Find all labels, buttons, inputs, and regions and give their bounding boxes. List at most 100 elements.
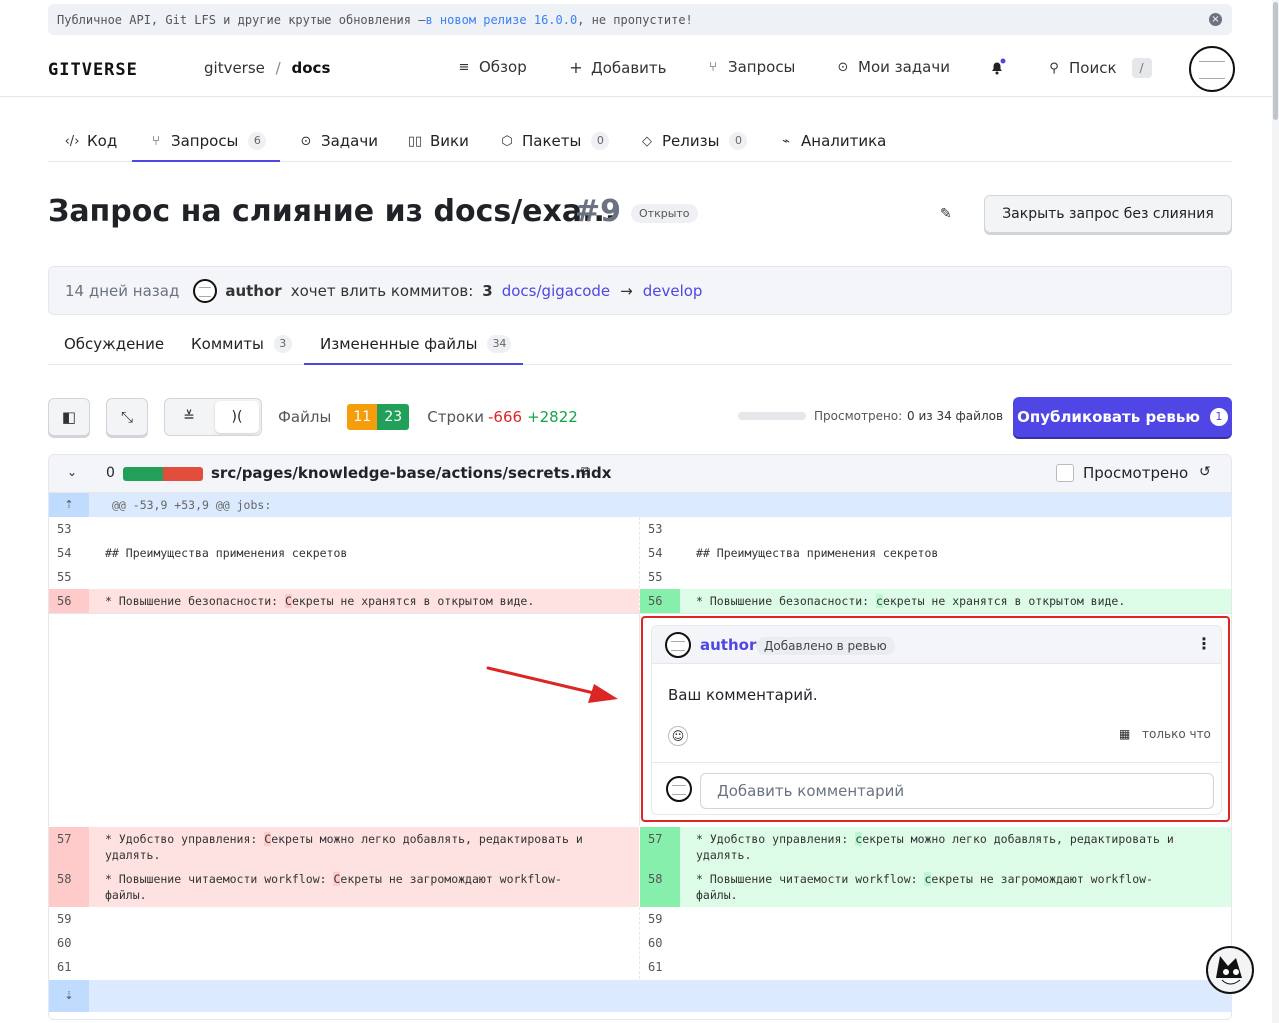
code-segment: * Удобство управления:: [696, 832, 856, 846]
lines-removed: -666: [488, 408, 523, 426]
publish-review-button[interactable]: Опубликовать ревью 1: [1013, 397, 1232, 437]
emoji-icon[interactable]: ☺: [668, 726, 688, 746]
tab-commits[interactable]: Коммиты 3: [191, 335, 292, 353]
diff-bar-added: [123, 467, 163, 481]
logo[interactable]: GITVERSE: [48, 60, 138, 80]
nav-requests[interactable]: ⑂ Запросы: [705, 58, 795, 76]
hunk-header: ⇡ @@ -53,9 +53,9 @@ jobs:: [49, 493, 1231, 517]
close-without-merge-button[interactable]: Закрыть запрос без слияния: [984, 195, 1232, 233]
code-segment: * Удобство управления:: [105, 832, 265, 846]
deleted-block: 57 * Удобство управления: Секреты можно …: [49, 827, 639, 907]
pr-author[interactable]: author: [225, 282, 281, 300]
code-segment: екреты не загромождают workflow-: [340, 872, 562, 886]
tab-wiki-label: Вики: [430, 132, 469, 150]
chevron-down-icon[interactable]: ⌄: [67, 465, 77, 479]
tab-active-indicator: [132, 160, 280, 162]
nav-my-issues-label: Мои задачи: [858, 58, 950, 76]
added-block: 57 * Удобство управления: секреты можно …: [640, 827, 1231, 907]
tab-releases[interactable]: ◇ Релизы 0: [639, 132, 748, 150]
unified-view-icon[interactable]: ≚: [165, 399, 213, 435]
line-number: 59: [57, 912, 72, 926]
code-line: удалять.: [105, 848, 161, 862]
line-number: 58: [57, 872, 72, 886]
user-avatar[interactable]: [1189, 46, 1235, 92]
row-divider: [49, 613, 1231, 614]
line-number: 57: [57, 832, 72, 846]
nav-my-issues[interactable]: ⊙ Мои задачи: [835, 58, 950, 76]
page: Публичное API, Git LFS и другие крутые о…: [0, 0, 1279, 1023]
viewed-checkbox-label: Просмотрено: [1083, 464, 1189, 482]
source-branch-link[interactable]: docs/gigacode: [502, 282, 610, 300]
chart-icon: ⌁: [782, 133, 790, 149]
book-icon: ▯▯: [407, 133, 423, 149]
tab-wiki[interactable]: ▯▯ Вики: [407, 132, 469, 150]
collapse-all-button[interactable]: ⤡: [106, 398, 148, 436]
comment-highlight-frame: author Добавлено в ревью ⋮ Ваш комментар…: [641, 616, 1230, 822]
target-branch-link[interactable]: develop: [643, 282, 703, 300]
repo-tabs: ‹/› Код ⑂ Запросы 6 ⊙ Задачи ▯▯ Вики ⬡ Пакеты 0…: [48, 122, 1232, 162]
breadcrumb-repo[interactable]: docs: [292, 59, 331, 77]
view-mode-toggle: ≚ )(: [164, 398, 262, 436]
nav-overview[interactable]: ≡ Обзор: [456, 58, 527, 76]
split-divider: [639, 907, 640, 979]
tab-requests[interactable]: ⑂ Запросы 6: [148, 132, 267, 150]
author-avatar[interactable]: [193, 278, 218, 303]
annotation-arrow: [486, 666, 618, 703]
line-number: 54: [648, 546, 663, 560]
comment-author[interactable]: author: [700, 636, 756, 654]
expand-up-icon[interactable]: ⇡: [49, 493, 89, 517]
banner-release-link[interactable]: в новом релизе 16.0.0: [425, 13, 577, 27]
tab-code[interactable]: ‹/› Код: [64, 132, 118, 150]
pencil-icon[interactable]: ✎: [940, 206, 952, 222]
close-icon[interactable]: ×: [1209, 13, 1222, 26]
tab-issues[interactable]: ⊙ Задачи: [298, 132, 378, 150]
copy-icon[interactable]: ⧉: [581, 464, 590, 479]
tab-packages-label: Пакеты: [522, 132, 582, 150]
split-divider: [639, 614, 640, 826]
pr-number: #9: [575, 194, 622, 229]
code-segment: * Повышение читаемости workflow:: [105, 872, 334, 886]
add-comment-input[interactable]: Добавить комментарий: [700, 773, 1214, 809]
file-path[interactable]: src/pages/knowledge-base/actions/secrets…: [211, 464, 611, 482]
nav-requests-label: Запросы: [728, 58, 796, 76]
search-icon: ⚲: [1049, 60, 1059, 76]
added-line: 56 * Повышение безопасности: секреты не …: [640, 589, 1231, 613]
toggle-sidebar-button[interactable]: ◧: [48, 398, 90, 436]
tab-packages[interactable]: ⬡ Пакеты 0: [499, 132, 610, 150]
files-changed-badge: 11: [347, 404, 378, 430]
nav-add[interactable]: + Добавить: [568, 58, 666, 77]
bell-icon[interactable]: [988, 58, 1006, 76]
tab-changed-files[interactable]: Измененные файлы 34: [320, 335, 512, 353]
tab-discussion-label: Обсуждение: [64, 335, 165, 353]
divider: [652, 762, 1221, 763]
mascot-icon[interactable]: [1206, 946, 1254, 994]
sidebar-icon: ◧: [61, 408, 77, 426]
tab-analytics[interactable]: ⌁ Аналитика: [778, 132, 886, 150]
reply-avatar: [666, 776, 692, 802]
review-comment: author Добавлено в ревью ⋮ Ваш комментар…: [651, 625, 1222, 815]
search-button[interactable]: ⚲ Поиск /: [1046, 58, 1152, 78]
hunk-footer: ⇣: [49, 980, 1231, 1012]
viewed-checkbox[interactable]: [1056, 464, 1074, 482]
tab-releases-label: Релизы: [662, 132, 720, 150]
tab-discussion[interactable]: Обсуждение: [64, 335, 164, 353]
split-view-icon[interactable]: )(: [215, 401, 259, 433]
line-number: 60: [57, 936, 72, 950]
expand-down-icon[interactable]: ⇣: [49, 980, 89, 1012]
line-number: 56: [57, 594, 72, 608]
lines-added: +2822: [527, 408, 578, 426]
comment-author-avatar[interactable]: [665, 632, 691, 658]
line-number: 59: [648, 912, 663, 926]
banner-text-after: , не пропустите!: [577, 12, 693, 27]
more-options-icon[interactable]: ⋮: [1196, 634, 1212, 653]
overview-icon: ≡: [458, 59, 470, 75]
breadcrumb-owner[interactable]: gitverse: [204, 59, 265, 77]
file-header: ⌄ 0 src/pages/knowledge-base/actions/sec…: [49, 455, 1231, 493]
history-icon[interactable]: ↺: [1199, 464, 1211, 480]
issue-icon: ⊙: [300, 133, 312, 149]
scrollbar-thumb[interactable]: [1273, 2, 1278, 120]
file-change-count: 0: [106, 465, 115, 481]
page-scrollbar[interactable]: [1272, 0, 1279, 1023]
code-segment: * Повышение безопасности:: [105, 594, 286, 608]
comment-header: author Добавлено в ревью ⋮: [652, 626, 1221, 664]
